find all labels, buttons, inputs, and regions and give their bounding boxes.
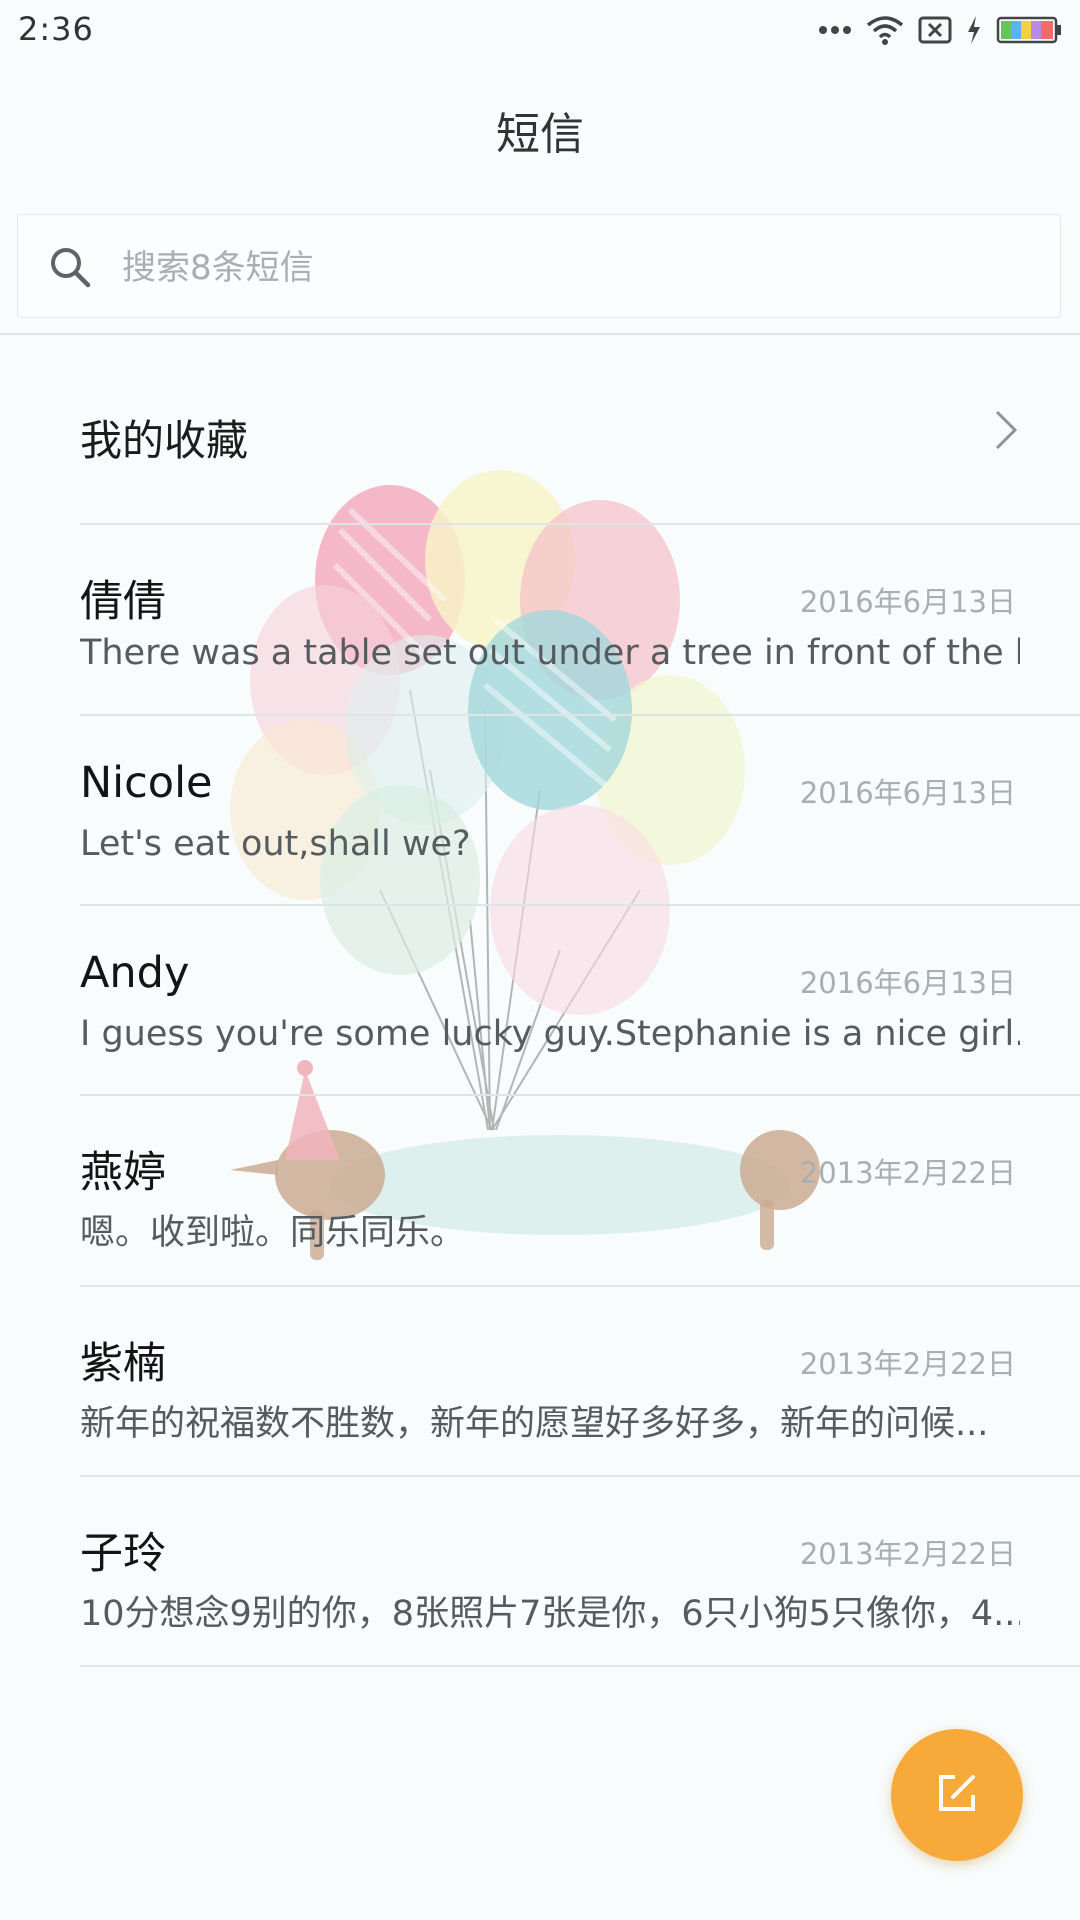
conversation-row[interactable]: 紫楠 2013年2月22日 新年的祝福数不胜数，新年的愿望好多好多，新年的问候.… [0, 1287, 1080, 1475]
conversation-date: 2013年2月22日 [799, 1537, 1016, 1571]
compose-button[interactable] [891, 1729, 1023, 1861]
conversation-row[interactable]: 子玲 2013年2月22日 10分想念9别的你，8张照片7张是你，6只小狗5只像… [0, 1477, 1080, 1665]
favorites-label: 我的收藏 [80, 416, 249, 465]
charging-icon [966, 15, 982, 45]
conversation-name: Andy [80, 948, 190, 998]
conversation-row[interactable]: Nicole 2016年6月13日 Let's eat out,shall we… [0, 716, 1080, 904]
conversation-name: 燕婷 [80, 1148, 166, 1198]
conversation-name: 倩倩 [80, 577, 166, 627]
conversation-snippet: 新年的祝福数不胜数，新年的愿望好多好多，新年的问候... [80, 1404, 989, 1444]
search-icon [48, 245, 92, 293]
more-dots-icon [818, 24, 852, 36]
conversation-date: 2016年6月13日 [799, 776, 1016, 810]
conversation-row[interactable]: 倩倩 2016年6月13日 There was a table set out … [0, 525, 1080, 713]
conversation-snippet: There was a table set out under a tree i… [80, 633, 1020, 673]
conversation-snippet: Let's eat out,shall we? [80, 824, 471, 864]
list-divider [80, 1665, 1080, 1667]
status-time: 2:36 [18, 10, 94, 48]
no-sim-icon [918, 15, 952, 45]
search-input[interactable] [120, 237, 1024, 299]
chevron-right-icon [994, 409, 1018, 455]
favorites-row[interactable]: 我的收藏 [0, 335, 1080, 525]
status-icons [818, 10, 1062, 50]
conversation-row[interactable]: Andy 2016年6月13日 I guess you're some luck… [0, 906, 1080, 1094]
conversation-snippet: I guess you're some lucky guy.Stephanie … [80, 1014, 1020, 1054]
battery-icon [996, 16, 1062, 44]
conversation-date: 2013年2月22日 [799, 1156, 1016, 1190]
search-box[interactable] [17, 214, 1061, 318]
conversation-date: 2016年6月13日 [799, 585, 1016, 619]
conversation-name: 紫楠 [80, 1339, 166, 1389]
status-bar: 2:36 [0, 0, 1080, 62]
compose-icon [935, 1771, 979, 1819]
conversation-snippet: 10分想念9别的你，8张照片7张是你，6只小狗5只像你，4... [80, 1594, 1020, 1634]
conversation-date: 2013年2月22日 [799, 1347, 1016, 1381]
conversation-name: Nicole [80, 758, 213, 808]
conversation-row[interactable]: 燕婷 2013年2月22日 嗯。收到啦。同乐同乐。 [0, 1096, 1080, 1284]
conversation-date: 2016年6月13日 [799, 966, 1016, 1000]
conversation-snippet: 嗯。收到啦。同乐同乐。 [80, 1213, 466, 1253]
page-title: 短信 [496, 109, 584, 160]
conversation-name: 子玲 [80, 1529, 166, 1579]
wifi-icon [866, 15, 904, 45]
